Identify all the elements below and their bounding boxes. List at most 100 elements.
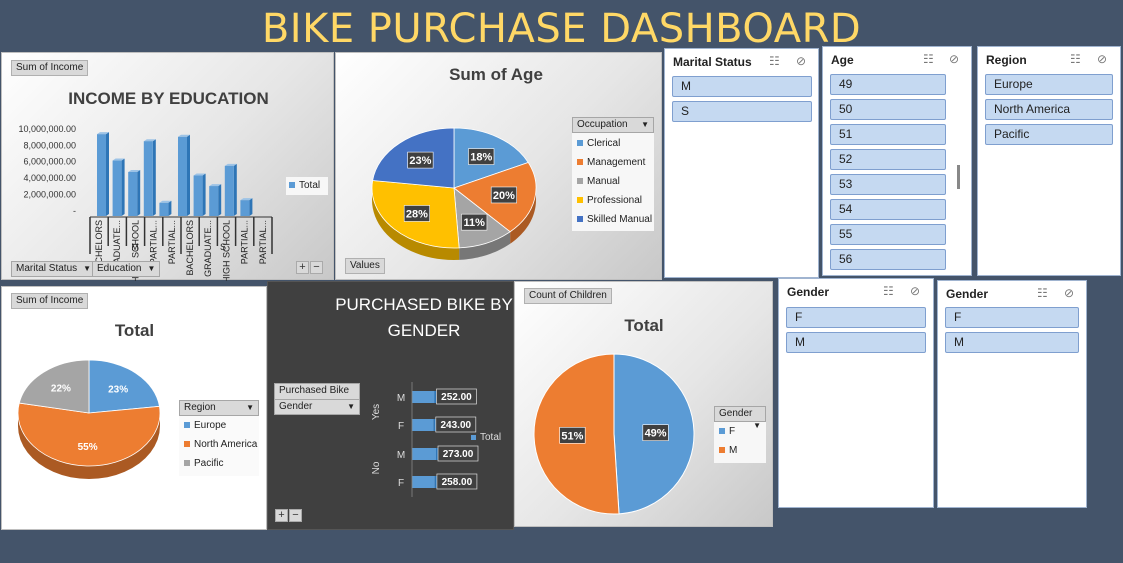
marital-status-filter-button[interactable]: Marital Status ▼ — [11, 261, 97, 277]
region-legend: Region ▼ Europe North America Pacific — [179, 400, 259, 476]
clear-filter-icon[interactable]: ⊘ — [1064, 286, 1074, 300]
gender-slicer-2[interactable]: Gender ☷ ⊘ F M — [937, 280, 1087, 508]
legend-item-m: M — [714, 441, 766, 460]
y-tick-label: 2,000,000.00 — [23, 189, 76, 199]
data-label: 20% — [493, 190, 515, 202]
slicer-header: Gender — [787, 285, 830, 299]
y-tick-label: 4,000,000.00 — [23, 173, 76, 183]
region-filter-button[interactable]: Region ▼ — [179, 400, 259, 416]
data-label: 252.00 — [441, 392, 472, 403]
slicer-header: Region — [986, 53, 1027, 67]
income-bar — [224, 165, 234, 216]
multi-select-icon[interactable]: ☷ — [923, 52, 934, 66]
slicer-item-north-america[interactable]: North America — [985, 99, 1113, 120]
slicer-item-m[interactable]: M — [786, 332, 926, 353]
legend-item-europe: Europe — [179, 416, 259, 435]
data-label: 23% — [108, 384, 128, 395]
filter-label: Gender — [719, 408, 753, 419]
slicer-item-51[interactable]: 51 — [830, 124, 946, 145]
slicer-item-54[interactable]: 54 — [830, 199, 946, 220]
bar-side — [168, 200, 172, 216]
slicer-item-pacific[interactable]: Pacific — [985, 124, 1113, 145]
multi-select-icon[interactable]: ☷ — [883, 284, 894, 298]
gender-slicer-1[interactable]: Gender ☷ ⊘ F M — [778, 278, 934, 508]
education-filter-button[interactable]: Education ▼ — [92, 261, 161, 277]
age-slicer[interactable]: Age ☷ ⊘ 49 50 51 52 53 54 55 56 — [822, 46, 972, 276]
income-legend: Total — [286, 177, 328, 195]
income-bar — [193, 175, 203, 216]
income-bar — [159, 202, 169, 216]
filter-label: Education — [97, 263, 142, 274]
legend-swatch — [289, 182, 295, 189]
slicer-item-50[interactable]: 50 — [830, 99, 946, 120]
y-tick-label: - — [73, 206, 76, 216]
slicer-item-52[interactable]: 52 — [830, 149, 946, 170]
legend-item-north-america: North America — [179, 435, 259, 454]
y-tick-label: M — [397, 393, 405, 404]
expand-button[interactable]: + — [275, 509, 288, 522]
data-label: 55% — [78, 442, 98, 453]
income-by-education-chart[interactable]: Sum of Income INCOME BY EDUCATION 10,000… — [1, 52, 334, 281]
multi-select-icon[interactable]: ☷ — [769, 54, 780, 68]
gender-bar — [412, 419, 434, 431]
y-tick-label: 8,000,000.00 — [23, 140, 76, 150]
group-label-no: No — [371, 461, 382, 474]
clear-filter-icon[interactable]: ⊘ — [910, 284, 920, 298]
gender-filter-button[interactable]: Gender ▼ — [714, 406, 766, 430]
group-label-yes: Yes — [371, 404, 382, 420]
data-label: 18% — [470, 152, 492, 164]
data-label: 28% — [406, 208, 428, 220]
gender-legend: Gender ▼ F M — [714, 406, 766, 463]
values-field-button[interactable]: Values — [345, 258, 385, 274]
clear-filter-icon[interactable]: ⊘ — [796, 54, 806, 68]
marital-status-slicer[interactable]: Marital Status ☷ ⊘ M S — [664, 48, 819, 278]
data-label: 23% — [409, 155, 431, 167]
y-tick-label: 10,000,000.00 — [18, 124, 76, 134]
data-label: 22% — [51, 384, 71, 395]
clear-filter-icon[interactable]: ⊘ — [1097, 52, 1107, 66]
purchased-bike-by-gender-chart[interactable]: PURCHASED BIKE BY GENDER Purchased Bike▼… — [267, 281, 514, 530]
bar-side — [187, 134, 190, 216]
legend-item-total: Total — [471, 432, 501, 443]
slicer-header: Marital Status — [673, 55, 752, 69]
collapse-button[interactable]: − — [289, 509, 302, 522]
slicer-item-f[interactable]: F — [945, 307, 1079, 328]
group-label-s: S — [220, 242, 226, 252]
slicer-item-56[interactable]: 56 — [830, 249, 946, 270]
region-slicer[interactable]: Region ☷ ⊘ Europe North America Pacific — [977, 46, 1121, 276]
slicer-item-49[interactable]: 49 — [830, 74, 946, 95]
legend-item-manual: Manual — [572, 172, 654, 191]
bar-side — [249, 198, 253, 216]
y-tick-label: F — [398, 478, 404, 489]
clear-filter-icon[interactable]: ⊘ — [949, 52, 959, 66]
expand-button[interactable]: + — [296, 261, 309, 274]
slicer-item-55[interactable]: 55 — [830, 224, 946, 245]
income-bar — [178, 136, 187, 216]
y-tick-label: F — [398, 421, 404, 432]
dropdown-arrow-icon: ▼ — [147, 264, 156, 273]
dropdown-arrow-icon: ▼ — [83, 264, 92, 273]
slicer-item-53[interactable]: 53 — [830, 174, 946, 195]
dropdown-arrow-icon: ▼ — [246, 403, 254, 412]
slicer-item-europe[interactable]: Europe — [985, 74, 1113, 95]
collapse-button[interactable]: − — [310, 261, 323, 274]
slicer-header: Age — [831, 53, 854, 67]
legend-item-skilled-manual: Skilled Manual — [572, 210, 654, 229]
legend-label-total: Total — [299, 180, 321, 191]
count-of-children-chart[interactable]: Count of Children Total 49% 51% Gender ▼ F… — [514, 281, 773, 527]
sum-of-age-chart[interactable]: Sum of Age 18% 20% 11% 28% 23% Occupation ▼ C… — [335, 52, 662, 280]
x-tick-label: PARTIAL... — [240, 220, 250, 264]
scrollbar-thumb[interactable] — [957, 165, 960, 189]
slicer-item-m[interactable]: M — [945, 332, 1079, 353]
filter-label: Region — [184, 402, 216, 413]
slicer-item-m[interactable]: M — [672, 76, 812, 97]
income-bar-plot: 10,000,000.00 8,000,000.00 6,000,000.00 4,0… — [18, 124, 273, 281]
data-label: 49% — [645, 428, 667, 440]
multi-select-icon[interactable]: ☷ — [1037, 286, 1048, 300]
children-pie-plot: 49% 51% — [533, 353, 695, 515]
occupation-filter-button[interactable]: Occupation ▼ — [572, 117, 654, 133]
slicer-item-s[interactable]: S — [672, 101, 812, 122]
income-by-region-chart[interactable]: Sum of Income Total 23% 55% 22% Region ▼ Eu… — [1, 286, 267, 530]
slicer-item-f[interactable]: F — [786, 307, 926, 328]
multi-select-icon[interactable]: ☷ — [1070, 52, 1081, 66]
